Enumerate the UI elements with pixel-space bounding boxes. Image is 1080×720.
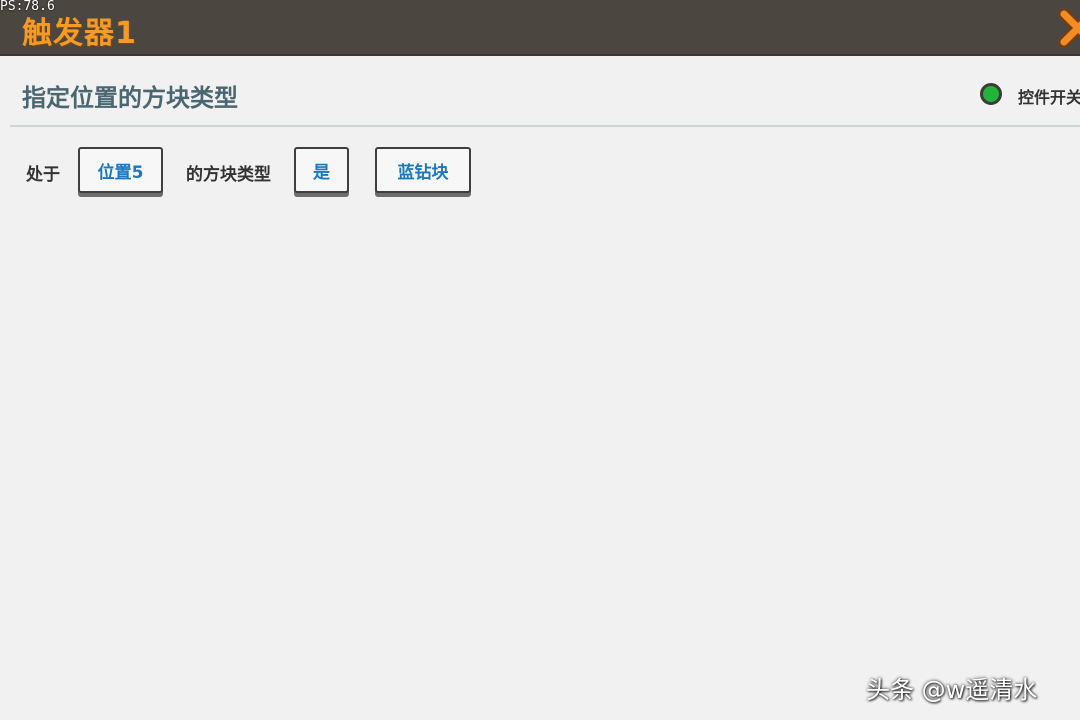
condition-title: 指定位置的方块类型 [22,84,238,112]
close-button[interactable] [1058,8,1080,48]
trigger-editor-page: 触发器1 PS:78.6 指定位置的方块类型 控件开关 处于 位置5 的方块类型… [0,0,1080,720]
block-type-select-button[interactable]: 蓝钻块 [375,147,471,193]
comparison-select-button[interactable]: 是 [294,147,349,193]
sentence-prefix-label: 处于 [26,165,60,185]
title-bar: 触发器1 PS:78.6 [0,0,1080,56]
watermark: 头条 @w遥清水 [866,676,1038,704]
position-select-button[interactable]: 位置5 [78,147,163,193]
window-title: 触发器1 [22,16,137,51]
control-switch-label: 控件开关 [1018,88,1080,107]
sentence-middle-label: 的方块类型 [186,165,271,185]
header-divider [10,125,1080,127]
control-switch-toggle[interactable] [980,83,1002,105]
fps-counter: PS:78.6 [0,0,55,14]
close-icon [1058,8,1080,48]
